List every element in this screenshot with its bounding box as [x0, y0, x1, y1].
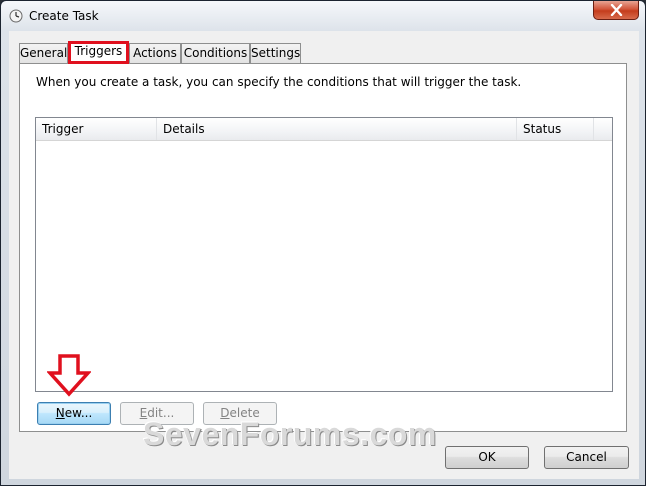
watermark-text: SevenForums.com — [143, 416, 437, 452]
cancel-button[interactable]: Cancel — [544, 446, 629, 469]
triggers-list-header: Trigger Details Status — [36, 118, 612, 141]
tab-general[interactable]: General — [19, 43, 68, 63]
window-title: Create Task — [29, 9, 99, 23]
tab-conditions[interactable]: Conditions — [181, 43, 250, 63]
tab-actions[interactable]: Actions — [129, 43, 181, 63]
column-header-details[interactable]: Details — [157, 118, 517, 140]
title-bar[interactable]: Create Task — [1, 1, 645, 31]
new-trigger-button[interactable]: New... — [37, 402, 111, 425]
column-header-status[interactable]: Status — [517, 118, 594, 140]
triggers-description: When you create a task, you can specify … — [36, 75, 522, 89]
new-button-mnemonic: N — [55, 406, 65, 420]
triggers-list[interactable]: Trigger Details Status — [35, 117, 613, 392]
tab-triggers[interactable]: Triggers — [68, 41, 129, 64]
triggers-tab-panel: When you create a task, you can specify … — [19, 63, 627, 432]
close-button[interactable] — [593, 1, 639, 20]
dialog-client-area: General Triggers Actions Conditions Sett… — [9, 31, 639, 479]
create-task-window: Create Task General Triggers Actions Con… — [0, 0, 646, 486]
close-icon — [610, 4, 623, 16]
task-scheduler-icon — [9, 9, 23, 23]
new-button-label: ew... — [64, 406, 93, 420]
column-header-trigger[interactable]: Trigger — [36, 118, 157, 140]
tab-settings[interactable]: Settings — [250, 43, 301, 63]
ok-button[interactable]: OK — [445, 446, 529, 469]
down-arrow-icon — [47, 354, 91, 397]
